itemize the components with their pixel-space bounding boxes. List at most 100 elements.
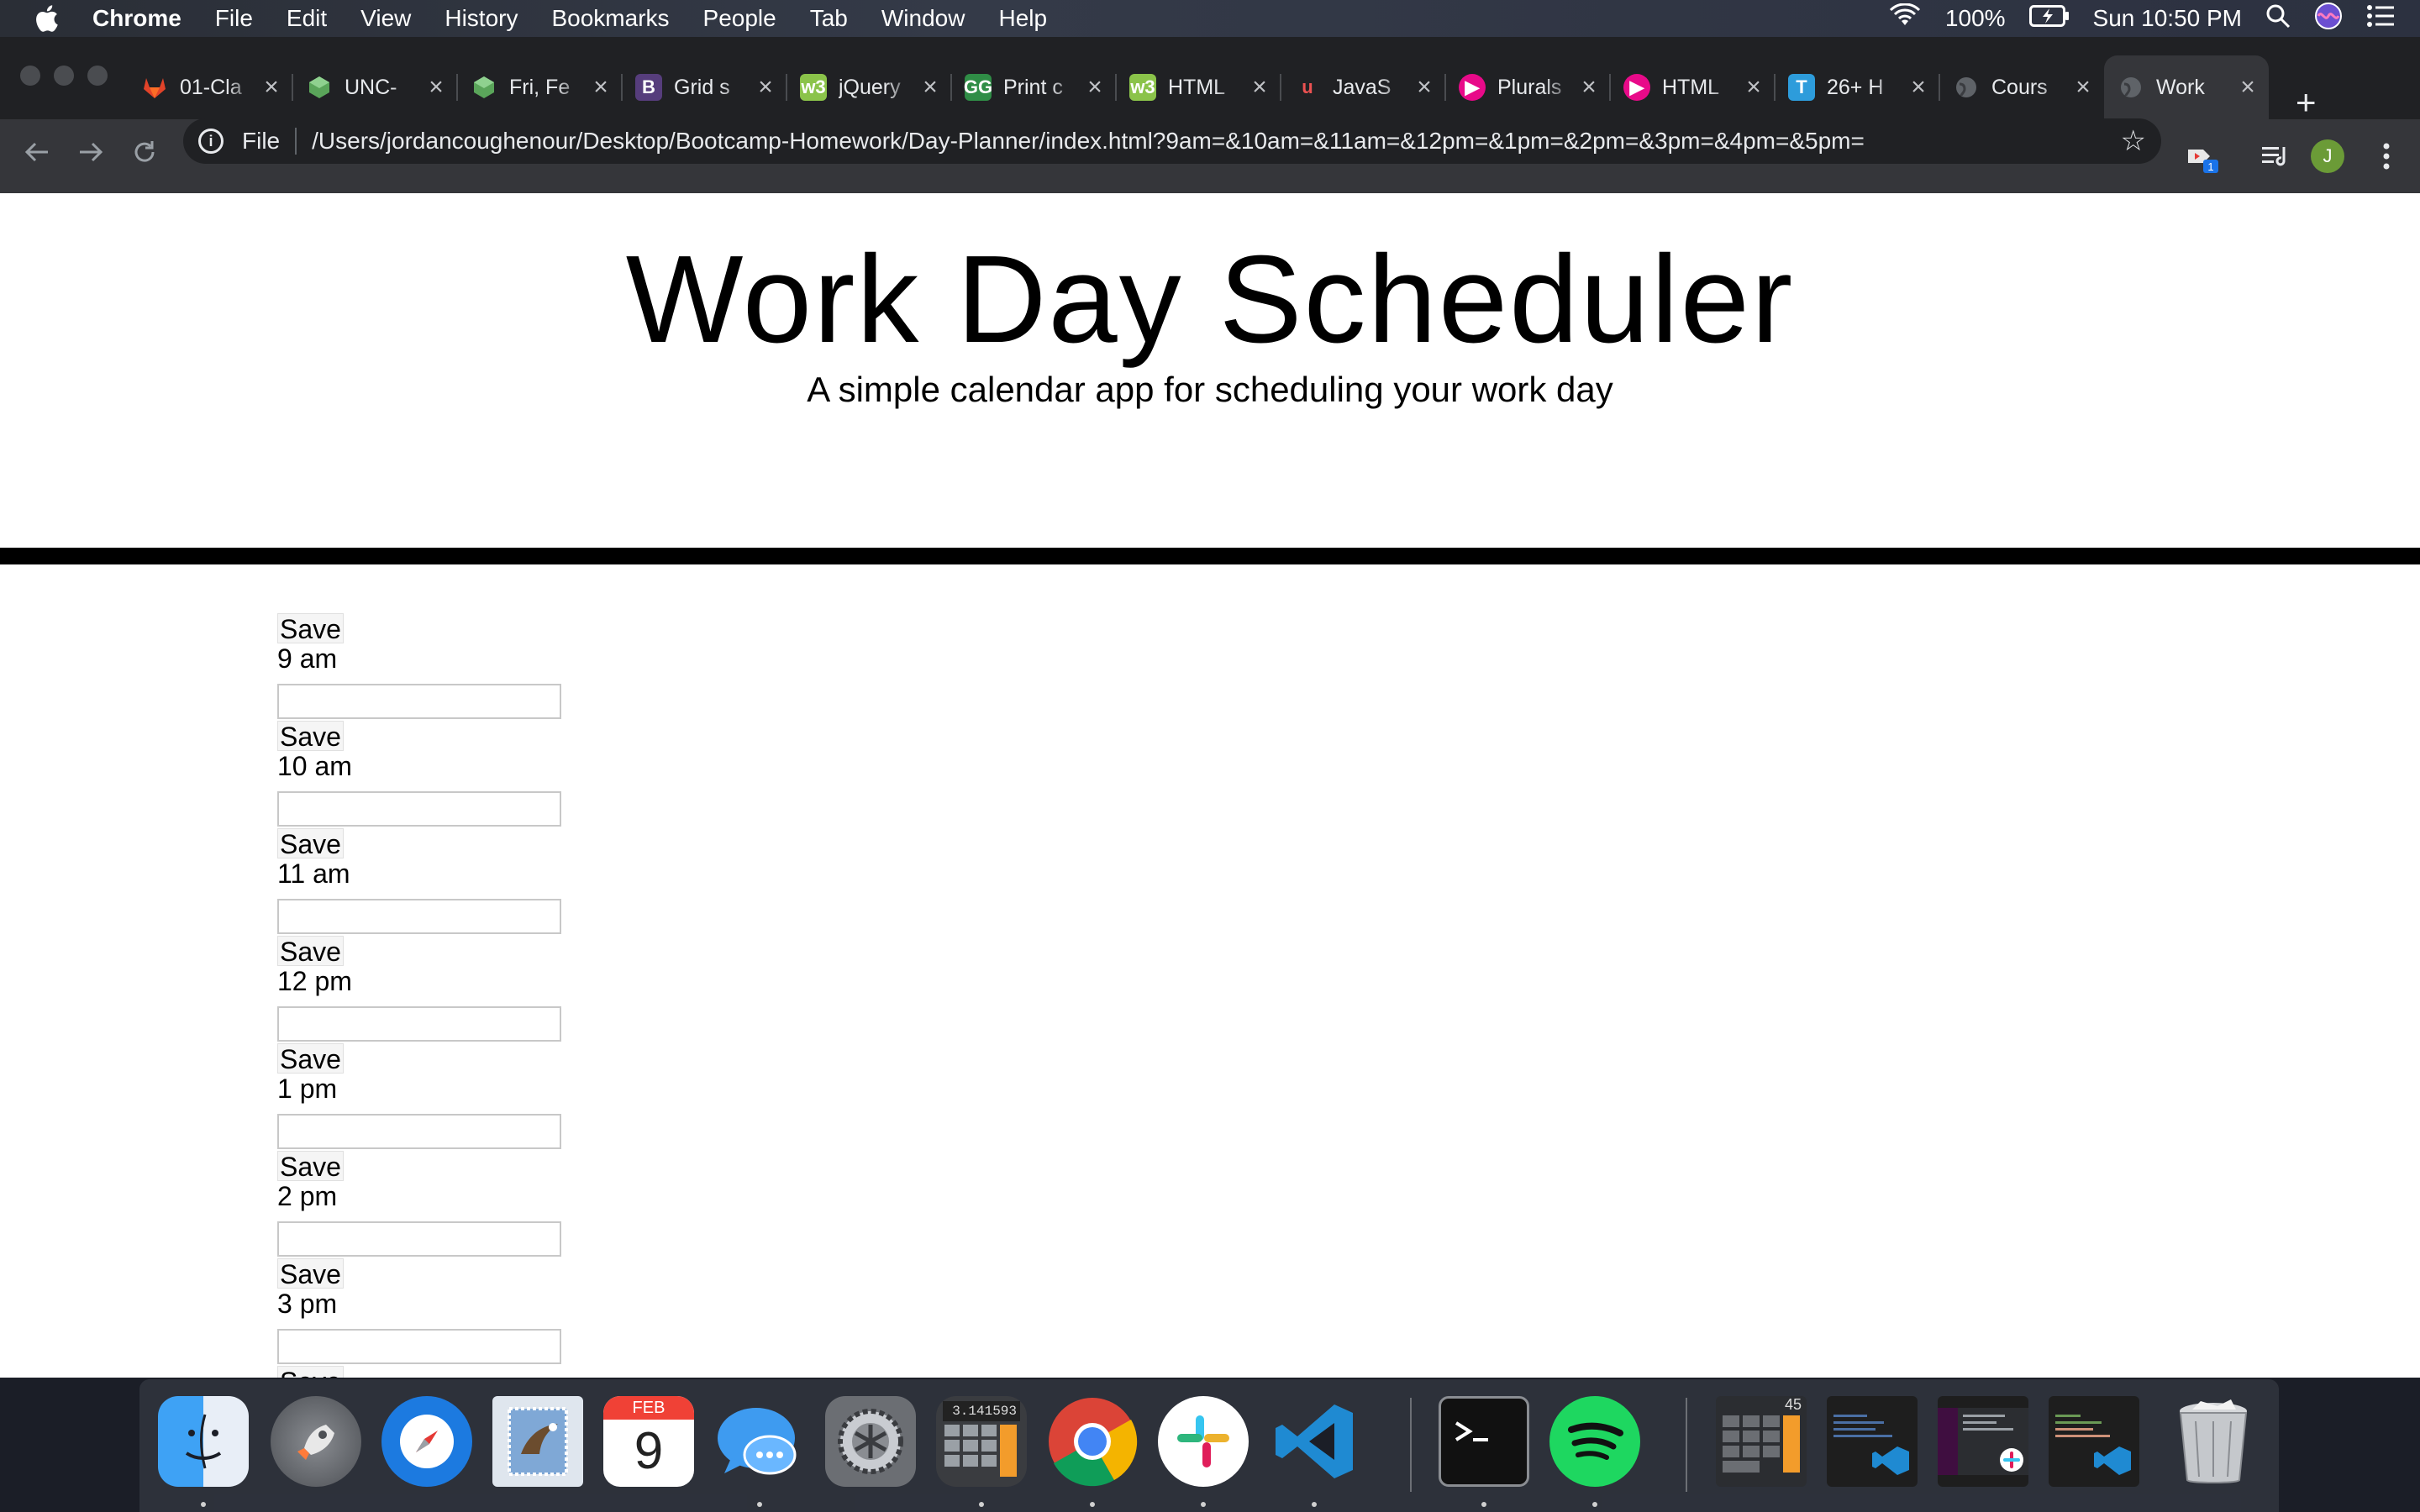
address-bar[interactable]: i File /Users/jordancoughenour/Desktop/B… xyxy=(183,118,2161,164)
menu-bookmarks[interactable]: Bookmarks xyxy=(534,5,686,32)
hour-text-input[interactable] xyxy=(277,1114,561,1149)
mail-icon[interactable] xyxy=(492,1396,583,1487)
spotlight-search-icon[interactable] xyxy=(2265,3,2291,34)
notification-center-icon[interactable] xyxy=(2366,4,2395,34)
tab-close-icon[interactable]: × xyxy=(1575,73,1603,102)
address-url[interactable]: /Users/jordancoughenour/Desktop/Bootcamp… xyxy=(312,128,1865,155)
menu-view[interactable]: View xyxy=(344,5,428,32)
geeksforgeeks-icon: GG xyxy=(964,74,992,101)
menubar-clock[interactable]: Sun 10:50 PM xyxy=(2093,5,2242,32)
planner-container: Save 9 am Save 10 am Save 11 am Save 12 pm Save 1… xyxy=(277,613,563,1378)
tab-close-icon[interactable]: × xyxy=(2069,73,2097,102)
safari-icon[interactable] xyxy=(381,1396,472,1487)
vscode-minimized-window[interactable] xyxy=(1827,1396,1918,1487)
save-button[interactable]: Save xyxy=(277,613,344,644)
back-arrow-icon[interactable] xyxy=(18,138,55,173)
media-control-icon[interactable] xyxy=(2257,119,2294,193)
browser-tab[interactable]: Work × xyxy=(2104,55,2269,119)
tab-close-icon[interactable]: × xyxy=(257,73,286,102)
tab-close-icon[interactable]: × xyxy=(587,73,615,102)
browser-tab[interactable]: w3 HTML × xyxy=(1116,55,1281,119)
hour-label: 1 pm xyxy=(277,1074,338,1104)
siri-icon[interactable] xyxy=(2314,2,2343,36)
browser-tab[interactable]: Fri, Fe × xyxy=(457,55,623,119)
tab-close-icon[interactable]: × xyxy=(1904,73,1933,102)
save-button[interactable]: Save xyxy=(277,1043,344,1074)
hour-text-input[interactable] xyxy=(277,1006,561,1042)
browser-tab[interactable]: 01-Cla × xyxy=(128,55,293,119)
extension-icon[interactable]: 1 xyxy=(2181,119,2225,193)
hour-block: Save 2 pm xyxy=(277,1151,563,1258)
profile-avatar[interactable]: J xyxy=(2309,119,2346,193)
chrome-menu-icon[interactable] xyxy=(2370,119,2403,193)
save-button[interactable]: Save xyxy=(277,1366,344,1378)
w3schools-icon: w3 xyxy=(1129,74,1156,101)
messages-icon[interactable] xyxy=(714,1396,805,1487)
browser-tab[interactable]: ▶ HTML × xyxy=(1610,55,1776,119)
chrome-icon[interactable] xyxy=(1047,1396,1138,1487)
new-tab-button[interactable]: + xyxy=(2296,85,2317,120)
menu-tab[interactable]: Tab xyxy=(793,5,865,32)
bookmark-star-icon[interactable]: ☆ xyxy=(2121,124,2146,158)
tab-close-icon[interactable]: × xyxy=(916,73,944,102)
hour-text-input[interactable] xyxy=(277,684,561,719)
tab-close-icon[interactable]: × xyxy=(1081,73,1109,102)
apple-menu-icon[interactable] xyxy=(0,4,92,33)
save-button[interactable]: Save xyxy=(277,1151,344,1182)
menu-help[interactable]: Help xyxy=(981,5,1064,32)
menu-file[interactable]: File xyxy=(198,5,270,32)
window-close-button[interactable] xyxy=(20,66,40,86)
save-button[interactable]: Save xyxy=(277,1258,344,1289)
reload-icon[interactable] xyxy=(126,138,163,173)
browser-tab[interactable]: B Grid s × xyxy=(622,55,787,119)
window-zoom-button[interactable] xyxy=(87,66,108,86)
save-button[interactable]: Save xyxy=(277,828,344,859)
finder-icon[interactable] xyxy=(158,1396,249,1487)
browser-tab[interactable]: T 26+ H × xyxy=(1775,55,1940,119)
tab-close-icon[interactable]: × xyxy=(422,73,450,102)
wifi-icon[interactable] xyxy=(1888,2,1922,34)
browser-tab[interactable]: ▶ Plurals × xyxy=(1445,55,1611,119)
browser-tab[interactable]: u JavaS × xyxy=(1281,55,1446,119)
macos-dock: FEB 9 3.141593 45 xyxy=(139,1379,2279,1512)
terminal-icon[interactable] xyxy=(1439,1396,1529,1487)
spotify-icon[interactable] xyxy=(1549,1396,1640,1487)
calendar-icon[interactable]: FEB 9 xyxy=(603,1396,694,1487)
battery-charging-icon[interactable] xyxy=(2028,4,2070,33)
slack-icon[interactable] xyxy=(1158,1396,1249,1487)
menu-people[interactable]: People xyxy=(687,5,793,32)
calculator-minimized-window[interactable]: 45 xyxy=(1716,1396,1807,1487)
menu-window[interactable]: Window xyxy=(865,5,982,32)
menu-history[interactable]: History xyxy=(428,5,534,32)
slack-minimized-window[interactable] xyxy=(1938,1396,2028,1487)
tab-close-icon[interactable]: × xyxy=(1739,73,1768,102)
browser-tab[interactable]: Cours × xyxy=(1939,55,2104,119)
hour-text-input[interactable] xyxy=(277,791,561,827)
save-button[interactable]: Save xyxy=(277,936,344,967)
calculator-icon[interactable]: 3.141593 xyxy=(936,1396,1027,1487)
tab-close-icon[interactable]: × xyxy=(1410,73,1439,102)
browser-tab[interactable]: UNC- × xyxy=(292,55,458,119)
hour-label: 10 am xyxy=(277,751,352,781)
vscode-icon[interactable] xyxy=(1269,1396,1360,1487)
site-info-icon[interactable]: i xyxy=(198,129,224,154)
menu-edit[interactable]: Edit xyxy=(270,5,344,32)
system-preferences-icon[interactable] xyxy=(825,1396,916,1487)
browser-tab[interactable]: w3 jQuery × xyxy=(786,55,952,119)
menu-app-name[interactable]: Chrome xyxy=(92,5,198,32)
save-button[interactable]: Save xyxy=(277,721,344,752)
window-minimize-button[interactable] xyxy=(54,66,74,86)
forward-arrow-icon[interactable] xyxy=(72,138,109,173)
calculator-display: 3.141593 xyxy=(943,1401,1020,1421)
hour-text-input[interactable] xyxy=(277,899,561,934)
tab-close-icon[interactable]: × xyxy=(2233,73,2262,102)
tab-close-icon[interactable]: × xyxy=(751,73,780,102)
trash-icon[interactable] xyxy=(2168,1396,2259,1487)
hour-text-input[interactable] xyxy=(277,1221,561,1257)
browser-tab[interactable]: GG Print c × xyxy=(951,55,1117,119)
vscode-minimized-window-2[interactable] xyxy=(2049,1396,2139,1487)
launchpad-icon[interactable] xyxy=(271,1396,361,1487)
hour-text-input[interactable] xyxy=(277,1329,561,1364)
tab-close-icon[interactable]: × xyxy=(1245,73,1274,102)
tab-title: 26+ H xyxy=(1827,75,1884,99)
